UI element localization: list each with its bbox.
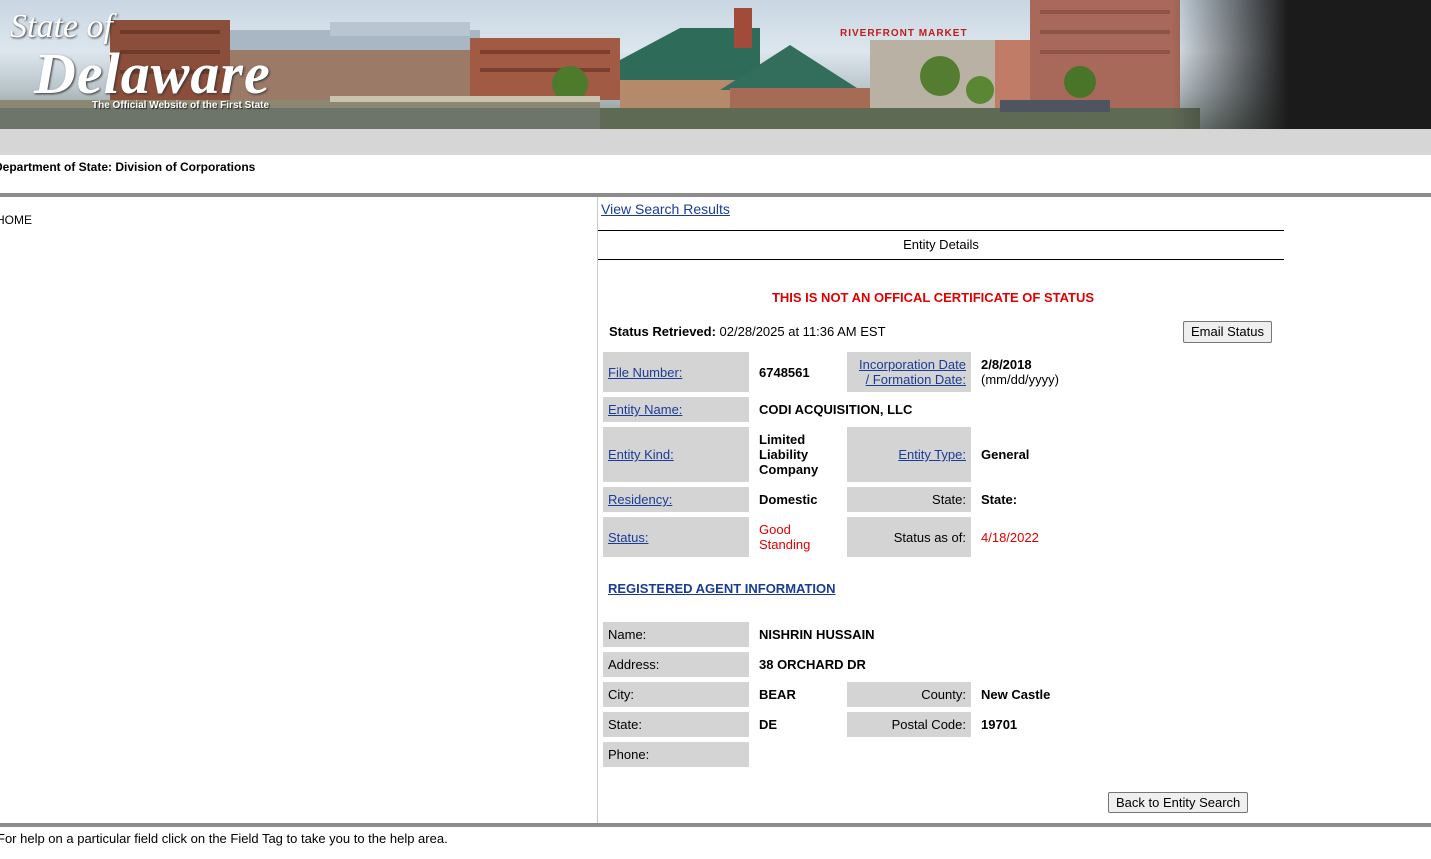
- help-instructions: For help on a particular field click on …: [0, 831, 448, 846]
- agent-phone-value: [754, 742, 904, 767]
- status-retrieved: Status Retrieved: 02/28/2025 at 11:36 AM…: [609, 324, 886, 339]
- heading-rule-top: [598, 230, 1284, 231]
- file-number-value: 6748561: [759, 364, 810, 380]
- agent-state-value: DE: [759, 717, 778, 732]
- residency-value: Domestic: [759, 492, 818, 507]
- entity-kind-value: Limited Liability Company: [759, 432, 819, 477]
- entity-state-value: State:: [981, 492, 1018, 507]
- back-to-entity-search-button[interactable]: Back to Entity Search: [1108, 792, 1249, 813]
- status-retrieved-value: 02/28/2025 at 11:36 AM EST: [719, 324, 886, 339]
- entity-details-heading: Entity Details: [903, 237, 979, 252]
- file-number-label-cell: File Number:: [603, 352, 749, 392]
- email-status-button[interactable]: Email Status: [1183, 321, 1272, 343]
- department-title: Department of State: Division of Corpora…: [0, 160, 256, 174]
- agent-county-value: New Castle: [981, 687, 1051, 702]
- logo-delaware: Delaware: [34, 41, 271, 106]
- agent-phone-label: Phone:: [603, 742, 749, 767]
- date-format-hint: (mm/dd/yyyy): [981, 372, 1059, 387]
- status-retrieved-label: Status Retrieved:: [609, 324, 716, 339]
- not-official-notice: THIS IS NOT AN OFFICAL CERTIFICATE OF ST…: [771, 290, 1095, 305]
- status-label-cell: Status:: [603, 517, 749, 557]
- entity-type-label[interactable]: Entity Type:: [898, 447, 966, 462]
- agent-city-value: BEAR: [759, 687, 796, 702]
- incorporation-date-label-cell: Incorporation Date / Formation Date:: [847, 352, 971, 392]
- registered-agent-heading[interactable]: REGISTERED AGENT INFORMATION: [608, 581, 836, 596]
- incorporation-date-label[interactable]: Incorporation Date: [859, 357, 966, 372]
- home-link[interactable]: HOME: [0, 213, 32, 227]
- site-banner: State of Delaware The Official Website o…: [0, 0, 1431, 129]
- status-as-of-value: 4/18/2022: [981, 529, 1039, 545]
- entity-kind-label-cell: Entity Kind:: [603, 427, 749, 482]
- entity-name-label[interactable]: Entity Name:: [608, 402, 682, 417]
- formation-date-label[interactable]: / Formation Date:: [866, 372, 966, 387]
- logo-subtitle: The Official Website of the First State: [92, 100, 270, 111]
- incorporation-date-cell: 2/8/2018 (mm/dd/yyyy): [976, 352, 1126, 392]
- entity-name-value: CODI ACQUISITION, LLC: [759, 402, 913, 417]
- agent-name-value: NISHRIN HUSSAIN: [759, 627, 875, 642]
- view-search-results-link[interactable]: View Search Results: [601, 201, 730, 217]
- entity-type-label-cell: Entity Type:: [847, 427, 971, 482]
- agent-city-label: City:: [603, 682, 749, 707]
- agent-county-label: County:: [847, 682, 971, 707]
- incorporation-date-value: 2/8/2018: [981, 357, 1032, 372]
- status-label[interactable]: Status:: [608, 530, 648, 545]
- bottom-divider: [0, 823, 1431, 827]
- agent-state-label: State:: [603, 712, 749, 737]
- top-gray-bar: [0, 129, 1431, 155]
- agent-postal-label: Postal Code:: [847, 712, 971, 737]
- entity-name-label-cell: Entity Name:: [603, 397, 749, 422]
- entity-state-label: State:: [847, 487, 971, 512]
- agent-address-value: 38 ORCHARD DR: [759, 657, 866, 672]
- banner-dark-fade: [1171, 0, 1431, 129]
- market-sign-text: RIVERFRONT MARKET: [840, 28, 968, 39]
- entity-type-value: General: [981, 447, 1030, 462]
- agent-name-label: Name:: [603, 622, 749, 647]
- agent-postal-value: 19701: [981, 717, 1018, 732]
- top-divider: [0, 193, 1431, 197]
- heading-rule-bottom: [598, 259, 1284, 260]
- residency-label-cell: Residency:: [603, 487, 749, 512]
- residency-label[interactable]: Residency:: [608, 492, 672, 507]
- entity-kind-label[interactable]: Entity Kind:: [608, 447, 674, 462]
- status-value: Good Standing: [759, 522, 811, 552]
- status-as-of-label: Status as of:: [847, 517, 971, 557]
- file-number-label[interactable]: File Number:: [608, 365, 682, 380]
- agent-address-label: Address:: [603, 652, 749, 677]
